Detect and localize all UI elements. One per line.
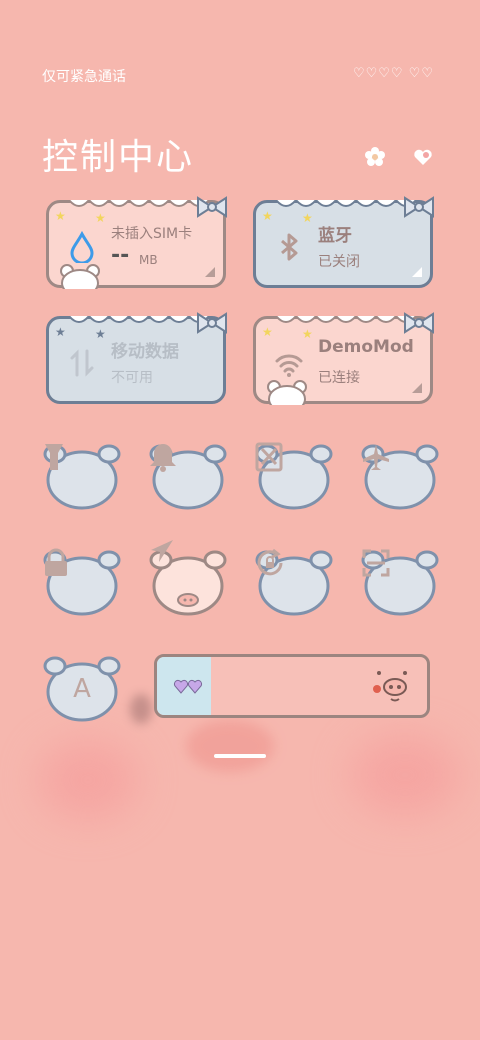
heart-edit-icon[interactable]	[412, 146, 434, 168]
mobile-data-label: 移动数据	[111, 342, 179, 362]
lock-toggle[interactable]	[43, 548, 121, 618]
status-icons: ♡♡♡♡ ♡♡	[352, 66, 434, 81]
bow-icon	[404, 196, 434, 218]
airplane-icon	[361, 442, 439, 512]
left-cheek-decoration	[38, 740, 138, 820]
data-usage-tile[interactable]: ★ ★ 未插入SIM卡 -- MB	[46, 196, 227, 289]
font-size-toggle[interactable]: A	[43, 654, 121, 724]
scanner-toggle[interactable]	[361, 548, 439, 618]
home-indicator[interactable]	[214, 754, 266, 758]
wifi-label: DemoMod	[318, 337, 414, 357]
star-icon: ★	[302, 211, 313, 225]
flashlight-toggle[interactable]	[43, 442, 121, 512]
expand-corner-icon	[412, 267, 422, 277]
eye-decoration	[130, 694, 152, 724]
bluetooth-label: 蓝牙	[318, 226, 352, 246]
bow-icon	[197, 312, 227, 334]
bear-icon	[267, 380, 307, 405]
brightness-slider[interactable]	[154, 654, 430, 718]
star-icon: ★	[262, 325, 273, 339]
star-icon: ★	[95, 327, 106, 341]
bear-icon	[60, 264, 100, 289]
hearts-eyes-icon	[173, 679, 203, 694]
bow-icon	[404, 312, 434, 334]
nose-decoration	[186, 720, 274, 772]
data-usage-unit: MB	[139, 253, 158, 267]
page-title: 控制中心	[42, 137, 195, 178]
water-drop-icon	[70, 231, 94, 263]
star-icon: ★	[55, 325, 66, 339]
lock-icon	[43, 548, 121, 618]
scallop-decoration	[69, 200, 209, 207]
flashlight-icon	[43, 442, 121, 512]
data-usage-value: --	[111, 243, 130, 268]
autorotate-toggle[interactable]	[255, 548, 333, 618]
star-icon: ★	[55, 209, 66, 223]
bell-icon	[149, 442, 227, 512]
mobile-data-status: 不可用	[111, 370, 153, 386]
status-text: 仅可紧急通话	[42, 69, 126, 85]
wifi-status: 已连接	[318, 370, 360, 386]
scallop-decoration	[276, 316, 416, 323]
ring-toggle[interactable]	[149, 442, 227, 512]
right-cheek-decoration	[350, 735, 460, 815]
location-arrow-icon	[149, 540, 227, 618]
wifi-icon	[275, 354, 303, 377]
star-icon: ★	[302, 327, 313, 341]
scan-icon	[361, 548, 439, 618]
mobile-data-icon	[70, 349, 94, 377]
bluetooth-icon	[281, 233, 298, 261]
wifi-tile[interactable]: ★ ★ DemoMod 已连接	[253, 312, 434, 405]
mobile-data-tile[interactable]: ★ ★ 移动数据 不可用	[46, 312, 227, 404]
bow-icon	[197, 196, 227, 218]
scallop-decoration	[69, 316, 209, 323]
flower-settings-icon[interactable]	[364, 146, 386, 168]
screenshot-toggle[interactable]	[255, 442, 333, 512]
star-icon: ★	[262, 209, 273, 223]
rotate-lock-icon	[255, 548, 333, 618]
bluetooth-status: 已关闭	[318, 254, 360, 270]
expand-corner-icon	[205, 267, 215, 277]
star-icon: ★	[95, 211, 106, 225]
font-icon: A	[73, 674, 91, 704]
expand-corner-icon	[412, 383, 422, 393]
location-toggle[interactable]	[149, 540, 227, 618]
scissors-icon	[255, 442, 333, 512]
pig-face-icon	[373, 671, 407, 702]
airplane-toggle[interactable]	[361, 442, 439, 512]
data-usage-label: 未插入SIM卡	[111, 226, 193, 242]
bluetooth-tile[interactable]: ★ ★ 蓝牙 已关闭	[253, 196, 434, 288]
scallop-decoration	[276, 200, 416, 207]
